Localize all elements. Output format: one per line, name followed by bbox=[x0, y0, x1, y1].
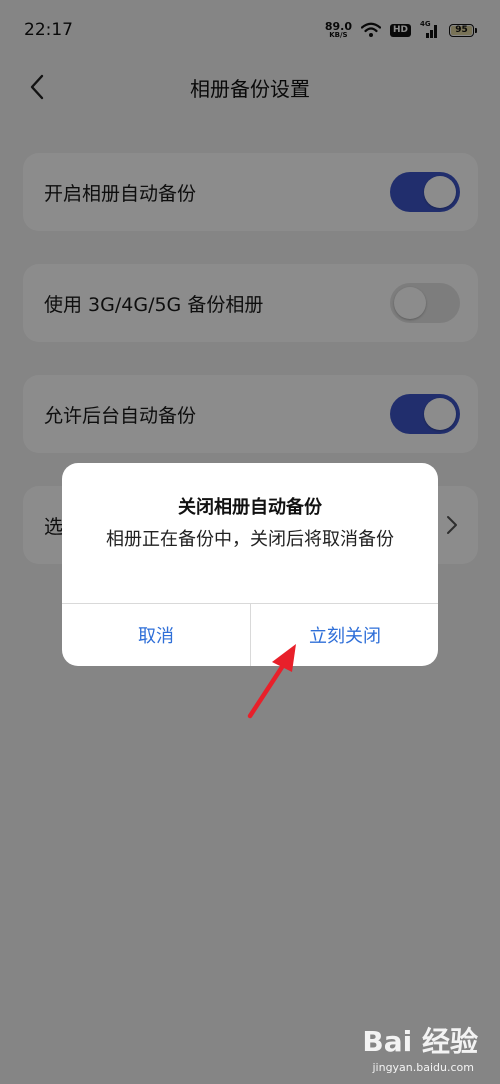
watermark: Bai 经验 jingyan.baidu.com bbox=[318, 1018, 478, 1076]
dialog-title: 关闭相册自动备份 bbox=[178, 497, 322, 518]
annotation-arrow-icon bbox=[247, 644, 296, 719]
cancel-button[interactable]: 取消 bbox=[62, 604, 250, 666]
watermark-logo: Bai 经验 bbox=[362, 1025, 478, 1058]
watermark-url: jingyan.baidu.com bbox=[372, 1061, 474, 1074]
dialog-message: 相册正在备份中，关闭后将取消备份 bbox=[106, 529, 394, 550]
